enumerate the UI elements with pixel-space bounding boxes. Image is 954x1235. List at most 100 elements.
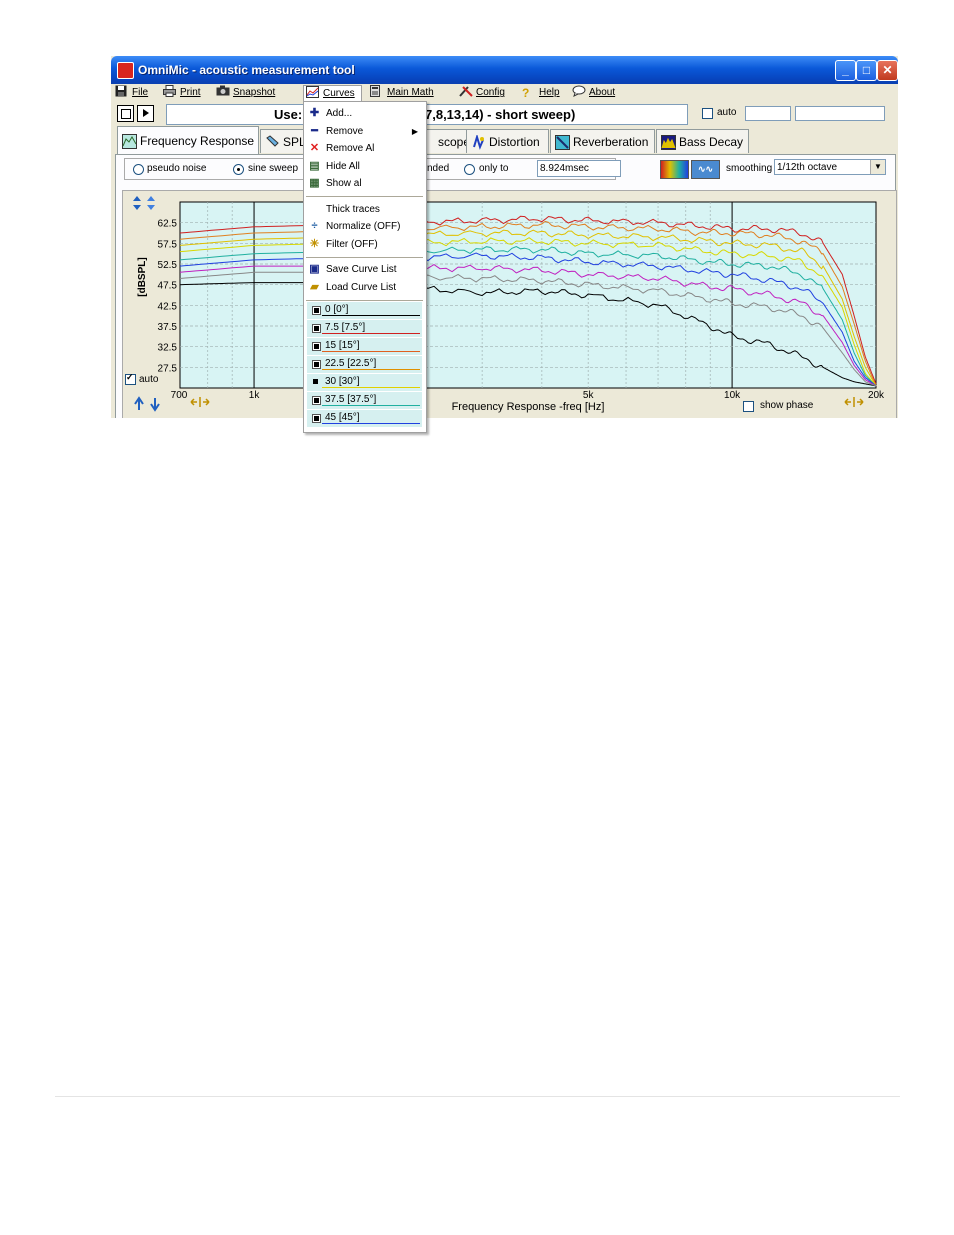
menu-print[interactable]: Print	[163, 85, 201, 101]
maximize-icon: □	[862, 63, 871, 77]
camera-icon	[216, 85, 230, 96]
menu-item-normalize[interactable]: ÷ Normalize (OFF)	[304, 218, 426, 235]
tools-icon	[459, 85, 473, 97]
range-max-field[interactable]	[795, 106, 885, 121]
x-zoom-left-icon[interactable]	[190, 397, 210, 407]
page-divider	[55, 1096, 900, 1097]
curve-visible-checkbox[interactable]	[312, 306, 321, 315]
tab-bass-decay[interactable]: Bass Decay	[656, 129, 749, 153]
omnimic-app-icon[interactable]	[117, 62, 134, 79]
play-button[interactable]	[137, 105, 154, 122]
menu-file[interactable]: File	[115, 85, 148, 101]
curve-visible-checkbox[interactable]	[312, 378, 319, 385]
status-text-right: 7,8,13,14) - short sweep)	[425, 107, 576, 122]
color-traces-button[interactable]	[660, 160, 689, 179]
waves-icon: ∿∿	[697, 164, 714, 174]
sine-sweep-radio[interactable]	[233, 164, 244, 177]
stop-button[interactable]	[117, 105, 134, 122]
auto-checkbox[interactable]	[702, 108, 713, 122]
menu-main-math[interactable]: Main Math	[370, 85, 434, 101]
only-to-radio[interactable]	[464, 164, 475, 177]
show-phase-checkbox[interactable]	[743, 401, 754, 415]
curve-visible-checkbox[interactable]	[312, 414, 321, 423]
maximize-button[interactable]: □	[856, 60, 877, 81]
normalize-icon: ÷	[311, 220, 318, 232]
curve-item-0[interactable]: 0 [0°]	[307, 302, 422, 319]
menu-snapshot[interactable]: Snapshot	[216, 85, 275, 101]
frequency-response-panel: pseudo noise sine sweep nded only to 8.9…	[115, 154, 897, 418]
menu-item-thick-traces[interactable]: Thick traces	[304, 201, 426, 218]
chart-svg: 62.5 57.5 52.5 47.5 42.5 37.5 32.5 27.5 1k 5k 10k…	[133, 196, 885, 413]
curve-item-22-5[interactable]: 22.5 [22.5°]	[307, 356, 422, 373]
save-list-icon: ▣	[309, 263, 320, 275]
measurement-status-field: Use: 7,8,13,14) - short sweep)	[166, 104, 688, 125]
gated-label: nded	[427, 163, 450, 174]
curve-visible-checkbox[interactable]	[312, 360, 321, 369]
gate-time-input[interactable]: 8.924msec	[537, 160, 621, 177]
curve-item-15[interactable]: 15 [15°]	[307, 338, 422, 355]
y-tick-label: 37.5	[158, 322, 178, 333]
scroll-up-icon[interactable]	[134, 396, 144, 410]
menu-item-add[interactable]: ✚ Add...	[304, 105, 426, 122]
menu-item-filter[interactable]: ✳ Filter (OFF)	[304, 236, 426, 253]
filter-icon: ✳	[309, 238, 320, 250]
plot-area	[179, 201, 877, 389]
x-tick-label: 10k	[724, 390, 741, 401]
overlay-button[interactable]: ∿∿	[691, 160, 720, 179]
chart-auto-checkbox[interactable]: ✓	[125, 372, 136, 388]
submenu-arrow-icon: ▶	[411, 127, 418, 136]
curve-item-37-5[interactable]: 37.5 [37.5°]	[307, 392, 422, 409]
menu-item-show-all[interactable]: ▦ Show al	[304, 175, 426, 192]
pseudo-noise-radio[interactable]	[133, 164, 144, 177]
menu-item-load-curve-list[interactable]: ▰ Load Curve List	[304, 279, 426, 296]
curve-item-30[interactable]: 30 [30°]	[307, 374, 422, 391]
title-bar: OmniMic - acoustic measurement tool _ □ …	[111, 56, 898, 84]
minimize-button[interactable]: _	[835, 60, 856, 81]
tab-distortion[interactable]: Distortion	[466, 129, 549, 153]
menu-separator	[306, 196, 423, 197]
load-list-icon: ▰	[310, 281, 319, 293]
range-min-field[interactable]	[745, 106, 791, 121]
tab-frequency-response[interactable]: Frequency Response	[117, 126, 259, 154]
y-tick-label: 47.5	[158, 281, 178, 292]
frequency-response-icon	[122, 131, 137, 149]
close-button[interactable]: ✕	[877, 60, 898, 81]
curve-item-7-5[interactable]: 7.5 [7.5°]	[307, 320, 422, 337]
zoom-y-icon[interactable]	[133, 196, 141, 210]
menu-item-hide-all[interactable]: ▤ Hide All	[304, 158, 426, 175]
minimize-icon: _	[842, 63, 849, 77]
bass-decay-icon	[661, 134, 676, 150]
menu-separator	[306, 300, 423, 301]
tab-reverberation[interactable]: Reverberation	[550, 129, 655, 153]
curve-item-45[interactable]: 45 [45°]	[307, 410, 422, 427]
menu-bar: File Print Snapshot Curves Main Math Con…	[111, 84, 898, 102]
smoothing-select[interactable]: 1/12th octave ▼	[774, 159, 886, 175]
hide-all-icon: ▤	[309, 160, 320, 172]
distortion-icon	[471, 133, 486, 150]
curve-visible-checkbox[interactable]	[312, 396, 321, 405]
printer-icon	[163, 85, 176, 97]
x-tick-label: 20k	[868, 390, 885, 401]
x-tick-label: 1k	[249, 390, 261, 401]
reverberation-icon	[555, 134, 570, 150]
menu-config[interactable]: Config	[459, 85, 505, 101]
sine-sweep-label: sine sweep	[248, 163, 299, 174]
scroll-down-icon[interactable]	[150, 398, 160, 412]
plus-icon: ✚	[309, 107, 320, 119]
menu-item-remove[interactable]: ━ Remove ▶	[304, 123, 426, 140]
pseudo-noise-label: pseudo noise	[147, 163, 207, 174]
tab-strip: Frequency Response SPL scope Distortion …	[111, 126, 898, 154]
x-zoom-right-icon[interactable]	[844, 397, 864, 407]
x-axis-label: Frequency Response -freq [Hz]	[452, 401, 605, 413]
curve-visible-checkbox[interactable]	[312, 324, 321, 333]
zoom-y-out-icon[interactable]	[147, 196, 155, 210]
curve-visible-checkbox[interactable]	[312, 342, 321, 351]
menu-item-remove-all[interactable]: ✕ Remove Al	[304, 140, 426, 157]
menu-help[interactable]: ? Help	[522, 85, 560, 101]
y-tick-label: 42.5	[158, 301, 178, 312]
menu-about[interactable]: About	[572, 85, 615, 101]
tab-spl[interactable]: SPL	[260, 129, 306, 153]
red-x-icon: ✕	[309, 142, 320, 154]
menu-item-save-curve-list[interactable]: ▣ Save Curve List	[304, 261, 426, 278]
menu-curves[interactable]: Curves	[303, 85, 362, 102]
